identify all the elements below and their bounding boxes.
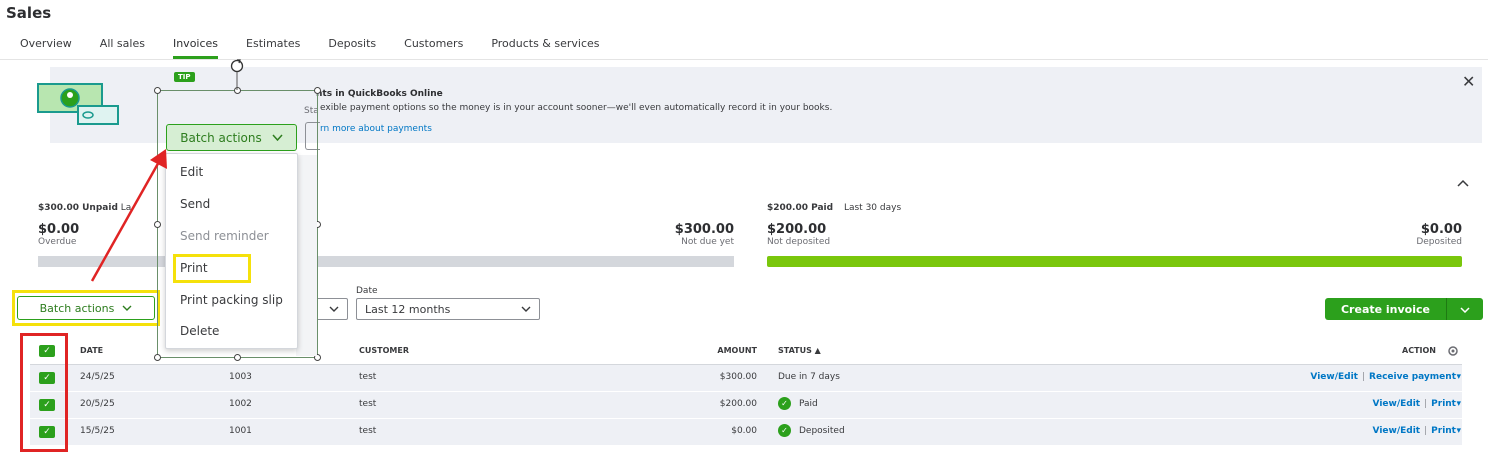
tip-title: nts in QuickBooks Online [316,89,443,99]
resize-handle[interactable] [154,354,161,361]
row-date: 24/5/25 [80,372,115,382]
view-edit-link[interactable]: View/Edit [1310,372,1358,382]
row-action-dropdown-icon[interactable]: ▾ [1456,372,1461,382]
chevron-down-icon [272,134,283,141]
tab-customers[interactable]: Customers [404,37,463,59]
unpaid-progress-bar [38,256,734,267]
row-actions: View/Edit | Receive payment [1310,372,1456,382]
resize-handle[interactable] [154,221,161,228]
row-date: 20/5/25 [80,399,115,409]
print-link[interactable]: Print [1431,426,1456,436]
view-edit-link[interactable]: View/Edit [1373,399,1421,409]
not-due-label: Not due yet [681,237,734,247]
tab-overview[interactable]: Overview [20,37,72,59]
chevron-up-icon[interactable] [1457,176,1469,191]
deposited-label: Deposited [1416,237,1462,247]
highlight-checkboxes [20,333,68,452]
batch-actions-menu: Edit Send Send reminder Print Print pack… [165,153,298,349]
row-customer: test [359,426,377,436]
row-action-dropdown-icon[interactable]: ▾ [1456,426,1461,436]
tab-all-sales[interactable]: All sales [100,37,145,59]
chevron-down-icon [329,306,339,312]
tab-divider [0,59,1488,60]
menu-item-send[interactable]: Send [180,197,210,211]
check-icon: ✓ [778,397,791,410]
not-deposited-amount: $200.00 [767,222,827,237]
paid-progress-bar [767,256,1462,267]
deposited-amount: $0.00 [1420,222,1462,237]
row-amount: $0.00 [731,426,757,436]
column-date[interactable]: DATE [80,346,103,355]
paid-summary-label: $200.00 Paid Last 30 days [767,203,902,213]
row-date: 15/5/25 [80,426,115,436]
menu-item-print-packing-slip[interactable]: Print packing slip [180,293,283,307]
row-actions: View/Edit | Print [1372,399,1456,409]
resize-handle[interactable] [314,87,321,94]
close-icon[interactable]: ✕ [1462,72,1475,91]
money-illustration-icon [37,83,119,125]
view-edit-link[interactable]: View/Edit [1373,426,1421,436]
create-invoice-button[interactable]: Create invoice [1325,298,1483,320]
receive-payment-link[interactable]: Receive payment [1369,372,1456,382]
date-filter-label: Date [356,286,378,296]
row-number: 1003 [229,372,252,382]
date-filter-select[interactable]: Last 12 months [356,298,540,320]
chevron-down-icon [1460,306,1470,313]
not-due-amount: $300.00 [674,222,734,237]
menu-item-delete[interactable]: Delete [180,324,219,338]
gear-icon[interactable] [1447,345,1459,357]
row-customer: test [359,399,377,409]
overdue-label: Overdue [38,237,77,247]
rotate-icon[interactable] [228,57,246,91]
print-link[interactable]: Print [1431,399,1456,409]
chevron-down-icon [521,306,531,312]
tab-deposits[interactable]: Deposits [328,37,376,59]
row-number: 1002 [229,399,252,409]
row-amount: $200.00 [719,399,757,409]
row-action-dropdown-icon[interactable]: ▾ [1456,399,1461,409]
not-deposited-label: Not deposited [767,237,831,247]
column-status[interactable]: STATUS ▲ [778,346,821,355]
row-amount: $300.00 [719,372,757,382]
column-action: ACTION [1402,346,1436,355]
tip-badge: TIP [174,72,195,82]
row-status: Due in 7 days [778,372,840,382]
sales-tabs: Overview All sales Invoices Estimates De… [20,37,628,59]
resize-handle[interactable] [234,354,241,361]
column-amount[interactable]: AMOUNT [717,346,757,355]
menu-item-edit[interactable]: Edit [180,165,203,179]
row-actions: View/Edit | Print [1372,426,1456,436]
overdue-amount: $0.00 [38,222,80,237]
tab-products-services[interactable]: Products & services [491,37,599,59]
tab-invoices[interactable]: Invoices [172,37,219,59]
highlight-batch-actions [12,290,160,326]
row-number: 1001 [229,426,252,436]
row-customer: test [359,372,377,382]
resize-handle[interactable] [154,87,161,94]
batch-actions-button-open[interactable]: Batch actions [166,124,297,151]
highlight-print [173,254,251,283]
create-invoice-dropdown[interactable] [1447,303,1483,316]
column-customer[interactable]: CUSTOMER [359,346,409,355]
page-title: Sales [6,4,52,22]
menu-backdrop [296,155,317,356]
tip-learn-more-link[interactable]: rn more about payments [320,124,432,134]
menu-item-send-reminder: Send reminder [180,229,269,243]
check-icon: ✓ [778,424,791,437]
row-status: ✓ Paid [778,397,818,410]
tab-estimates[interactable]: Estimates [246,37,300,59]
unpaid-summary-label: $300.00 Unpaid La [38,203,132,213]
tip-body: exible payment options so the money is i… [320,103,833,113]
row-status: ✓ Deposited [778,424,845,437]
